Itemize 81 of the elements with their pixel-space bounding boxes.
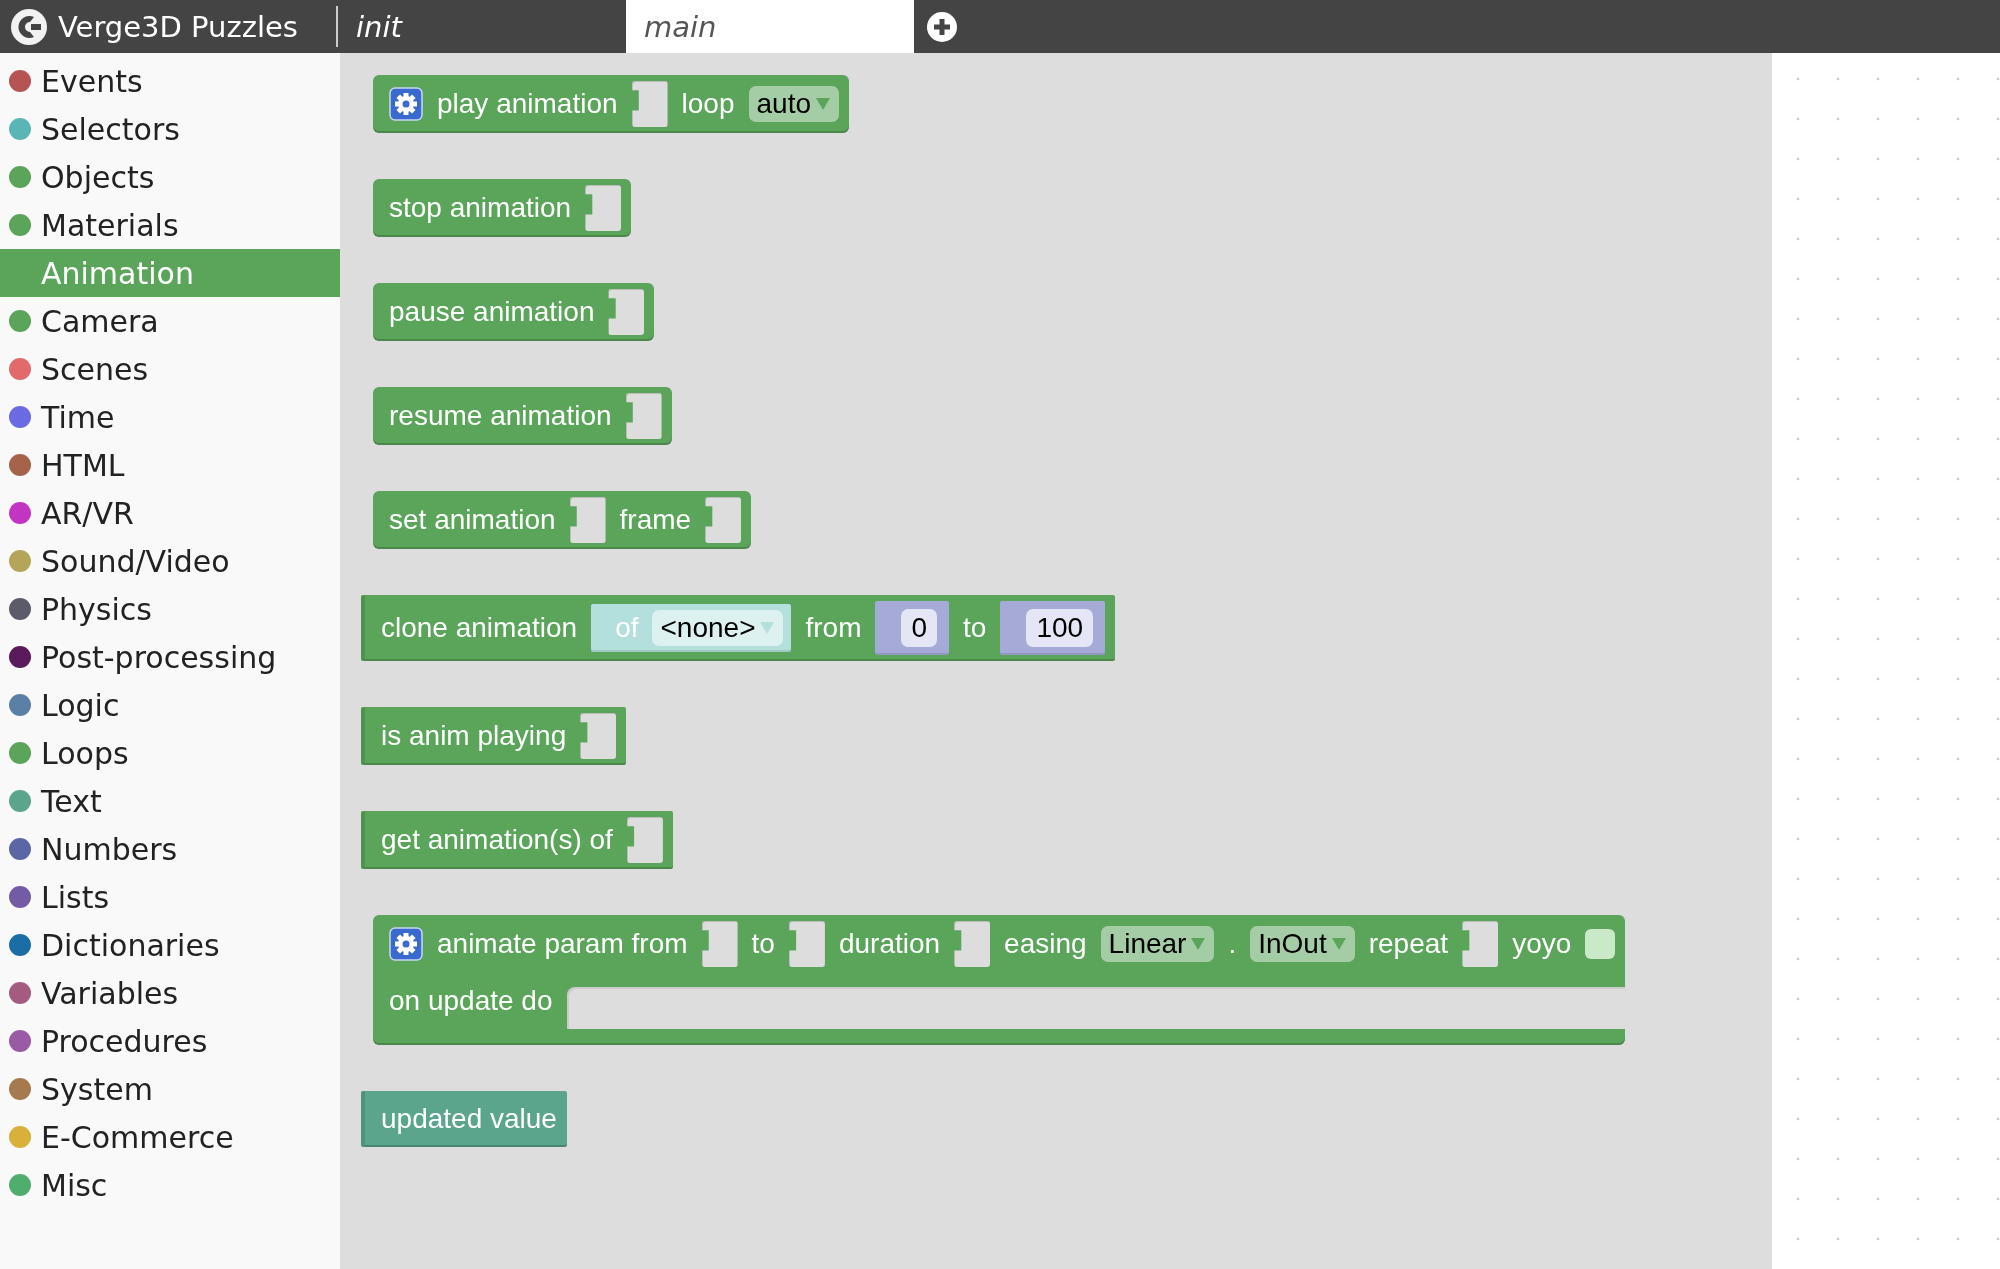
checkbox[interactable]	[1585, 929, 1616, 959]
block-label: stop animation	[389, 192, 572, 224]
gear-icon[interactable]	[389, 87, 423, 121]
number-block[interactable]: 100	[1000, 601, 1106, 655]
category-item[interactable]: Variables	[0, 969, 340, 1017]
block-label: of	[615, 612, 639, 644]
block-label: pause animation	[389, 296, 595, 328]
block-label: to	[963, 612, 987, 644]
input-socket	[608, 289, 645, 335]
gear-icon[interactable]	[389, 927, 423, 961]
category-item[interactable]: System	[0, 1065, 340, 1113]
category-item[interactable]: E-Commerce	[0, 1113, 340, 1161]
number-field[interactable]: 0	[901, 609, 938, 647]
input-socket	[585, 185, 622, 231]
dropdown[interactable]: InOut	[1250, 926, 1355, 962]
block-label: duration	[838, 928, 941, 960]
category-item[interactable]: Lists	[0, 873, 340, 921]
category-item[interactable]: AR/VR	[0, 489, 340, 537]
category-item[interactable]: Loops	[0, 729, 340, 777]
input-socket	[788, 921, 825, 967]
app-title: Verge3D Puzzles	[58, 9, 298, 44]
workspace-tab[interactable]: main	[626, 0, 914, 53]
puzzle-block[interactable]: animate param from to duration easing Linear . InOut repeat yoyo on update do	[373, 915, 1626, 1045]
block-label: get animation(s) of	[381, 824, 613, 856]
dropdown-arrow-icon	[815, 97, 831, 111]
dropdown[interactable]: <none>	[652, 610, 784, 646]
category-item[interactable]: Sound/Video	[0, 537, 340, 585]
category-item[interactable]: Camera	[0, 297, 340, 345]
category-item[interactable]: Text	[0, 777, 340, 825]
block-label: resume animation	[389, 400, 612, 432]
block-label: clone animation	[381, 612, 578, 644]
app-logo-icon	[10, 7, 48, 46]
puzzle-block[interactable]: play animation loop auto	[373, 75, 849, 133]
input-socket	[954, 921, 991, 967]
object-block[interactable]: of <none>	[591, 604, 792, 652]
category-item[interactable]: Logic	[0, 681, 340, 729]
input-socket	[1462, 921, 1499, 967]
category-item[interactable]: Misc	[0, 1161, 340, 1209]
input-socket	[705, 497, 742, 543]
category-item[interactable]: Materials	[0, 201, 340, 249]
input-socket	[626, 817, 663, 863]
block-label: yoyo	[1512, 928, 1572, 960]
block-label: animate param from	[437, 928, 688, 960]
block-label: easing	[1004, 928, 1087, 960]
category-item[interactable]: Time	[0, 393, 340, 441]
block-label: updated value	[381, 1103, 557, 1135]
category-item[interactable]: Events	[0, 57, 340, 105]
dropdown-arrow-icon	[759, 621, 776, 635]
category-item[interactable]: Numbers	[0, 825, 340, 873]
dropdown[interactable]: auto	[748, 86, 839, 122]
dropdown[interactable]: Linear	[1100, 926, 1215, 962]
category-item[interactable]: Dictionaries	[0, 921, 340, 969]
dropdown-arrow-icon	[1330, 937, 1347, 951]
category-item[interactable]: Post-processing	[0, 633, 340, 681]
add-tab-icon[interactable]	[926, 10, 958, 43]
category-item[interactable]: Physics	[0, 585, 340, 633]
workspace-tab[interactable]: init	[338, 0, 626, 53]
number-block[interactable]: 0	[875, 601, 950, 655]
input-socket	[701, 921, 738, 967]
category-item[interactable]: HTML	[0, 441, 340, 489]
category-item[interactable]: Selectors	[0, 105, 340, 153]
block-label: frame	[619, 504, 692, 536]
category-item[interactable]: Procedures	[0, 1017, 340, 1065]
block-label: play animation	[437, 88, 618, 120]
dropdown-arrow-icon	[1190, 937, 1207, 951]
input-socket	[580, 713, 617, 759]
category-item[interactable]: Scenes	[0, 345, 340, 393]
input-socket	[631, 81, 668, 127]
block-label: repeat	[1368, 928, 1449, 960]
block-label: from	[805, 612, 862, 644]
block-label: on update do	[389, 985, 553, 1017]
block-label: .	[1228, 928, 1237, 960]
block-label: loop	[681, 88, 735, 120]
category-item[interactable]: Objects	[0, 153, 340, 201]
block-label: set animation	[389, 504, 556, 536]
input-socket	[569, 497, 606, 543]
block-label: is anim playing	[381, 720, 567, 752]
input-socket	[625, 393, 662, 439]
number-field[interactable]: 100	[1026, 609, 1094, 647]
puzzle-block[interactable]: clone animation of <none> from 0 to 100	[361, 595, 1116, 661]
block-label: to	[751, 928, 775, 960]
